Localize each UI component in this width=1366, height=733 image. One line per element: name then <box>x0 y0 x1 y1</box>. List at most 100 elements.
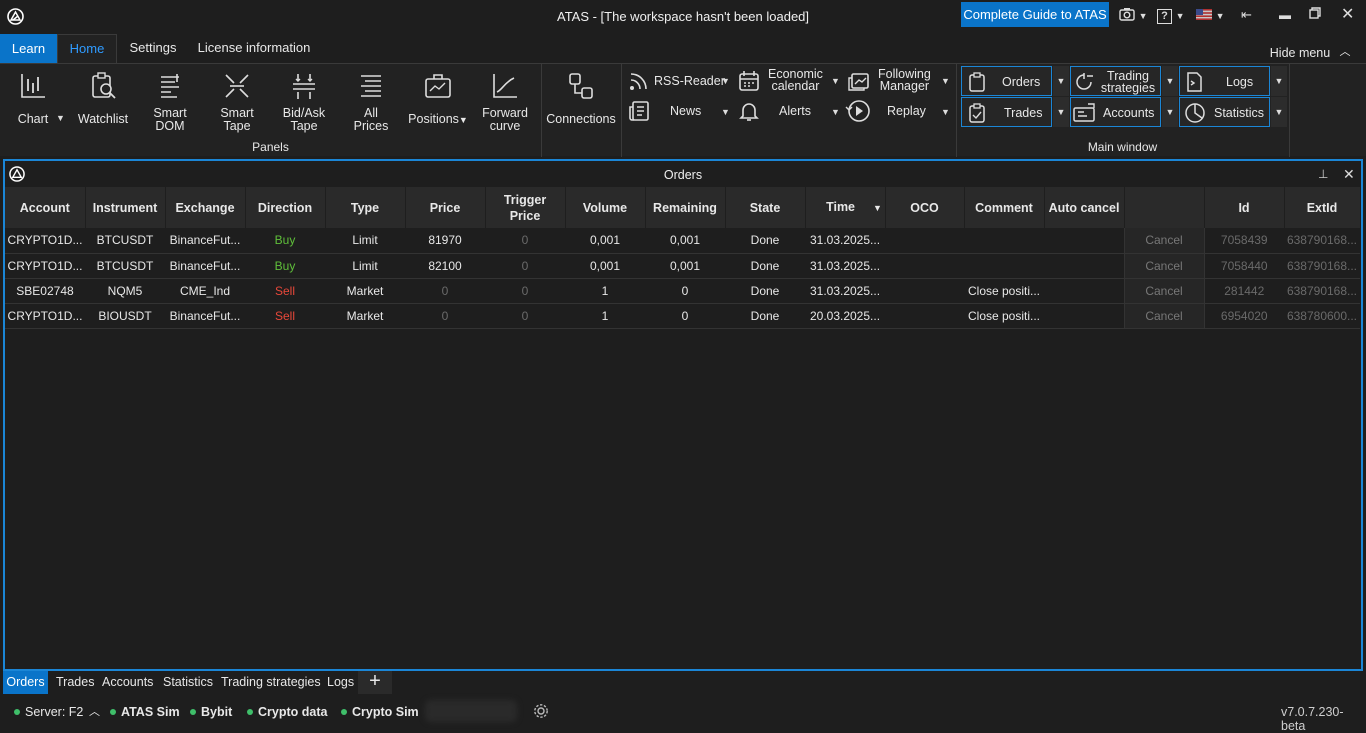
chart-button[interactable]: Chart <box>10 71 56 131</box>
server-status[interactable]: Server: F2 <box>14 705 83 719</box>
column-header-exchange[interactable]: Exchange <box>165 187 246 228</box>
chevron-up-icon[interactable]: ︿ <box>89 703 100 719</box>
alerts-button[interactable]: Alerts <box>738 98 842 125</box>
news-button[interactable]: News <box>628 98 732 125</box>
complete-guide-button[interactable]: Complete Guide to ATAS <box>961 2 1109 27</box>
cancel-order-button[interactable]: Cancel <box>1123 303 1205 329</box>
language-flag-icon[interactable]: ▼ <box>1196 5 1225 25</box>
column-header-oco[interactable]: OCO <box>885 187 965 228</box>
following-manager-button[interactable]: Following Manager <box>848 68 952 95</box>
logs-dropdown-icon[interactable]: ▼ <box>1271 66 1287 96</box>
column-header-price[interactable]: Price <box>405 187 486 228</box>
cell-remaining: 0,001 <box>645 228 725 254</box>
table-row[interactable]: CRYPTO1D... BTCUSDT BinanceFut... Buy Li… <box>5 228 1360 254</box>
column-header-time[interactable]: Time ▼ <box>805 187 886 228</box>
rss-reader-button[interactable]: RSS-Reader <box>628 68 732 95</box>
tab-license-information[interactable]: License information <box>196 32 312 63</box>
column-header-remaining[interactable]: Remaining <box>645 187 726 228</box>
tab-home[interactable]: Home <box>57 34 117 64</box>
cancel-order-button[interactable]: Cancel <box>1123 228 1205 254</box>
trading-strategies-dropdown-icon[interactable]: ▼ <box>1162 66 1178 96</box>
chart-dropdown-icon[interactable]: ▼ <box>56 113 65 123</box>
close-window-icon[interactable]: ✕ <box>1341 5 1354 25</box>
bottom-tab-orders[interactable]: Orders <box>3 671 48 694</box>
table-row[interactable]: SBE02748 NQM5 CME_Ind Sell Market 0 0 1 … <box>5 278 1360 304</box>
column-header-instrument[interactable]: Instrument <box>85 187 166 228</box>
economic-calendar-button[interactable]: Economic calendar <box>738 68 842 95</box>
rss-dropdown-icon[interactable]: ▼ <box>721 76 730 86</box>
logs-window-button[interactable]: Logs <box>1179 66 1270 96</box>
cancel-order-button[interactable]: Cancel <box>1123 278 1205 304</box>
connections-button[interactable]: Connections <box>546 71 616 131</box>
bid-ask-tape-button[interactable]: Bid/Ask Tape <box>276 71 332 137</box>
pin-panel-icon[interactable]: ⊥ <box>1318 167 1328 181</box>
trades-window-button[interactable]: Trades <box>961 97 1052 127</box>
column-header-state[interactable]: State <box>725 187 806 228</box>
positions-button[interactable]: Positions▼ <box>406 71 470 131</box>
statistics-dropdown-icon[interactable]: ▼ <box>1271 97 1287 127</box>
cell-direction: Buy <box>245 228 325 254</box>
forward-curve-icon <box>493 74 517 98</box>
close-panel-icon[interactable]: ✕ <box>1343 166 1355 183</box>
accounts-dropdown-icon[interactable]: ▼ <box>1162 97 1178 127</box>
help-question-icon[interactable]: ? ▼ <box>1157 5 1185 25</box>
news-label: News <box>670 104 702 118</box>
column-header-comment[interactable]: Comment <box>964 187 1045 228</box>
rss-icon <box>630 73 647 90</box>
sort-descending-icon: ▼ <box>873 203 882 213</box>
column-header-volume[interactable]: Volume <box>565 187 646 228</box>
column-header-account[interactable]: Account <box>5 187 86 228</box>
minimize-icon[interactable]: ▬ <box>1279 5 1291 25</box>
smart-tape-button[interactable]: Smart Tape <box>210 71 264 137</box>
column-header-type[interactable]: Type <box>325 187 406 228</box>
cell-exchange: BinanceFut... <box>165 303 245 329</box>
orders-dropdown-icon[interactable]: ▼ <box>1053 66 1069 96</box>
all-prices-button[interactable]: All Prices <box>346 71 396 137</box>
status-bar: Server: F2 ︿ ATAS Sim Bybit Crypto data … <box>0 696 1366 733</box>
watchlist-button[interactable]: Watchlist <box>74 71 132 131</box>
column-header-id[interactable]: Id <box>1204 187 1285 228</box>
forward-curve-label: Forward curve <box>482 106 528 133</box>
orders-window-button[interactable]: Orders <box>961 66 1052 96</box>
replay-button[interactable]: Replay <box>845 98 949 125</box>
restore-icon[interactable] <box>1309 5 1321 25</box>
gear-icon[interactable] <box>533 703 549 722</box>
connection-status[interactable]: Crypto Sim <box>341 705 419 719</box>
bottom-tab-trading-strategies[interactable]: Trading strategies <box>221 671 321 694</box>
connection-status[interactable]: ATAS Sim <box>110 705 180 719</box>
column-header-extid[interactable]: ExtId <box>1284 187 1361 228</box>
positions-dropdown-icon[interactable]: ▼ <box>459 115 468 125</box>
cell-type: Limit <box>325 228 405 254</box>
accounts-window-button[interactable]: Accounts <box>1070 97 1161 127</box>
economic-calendar-dropdown-icon[interactable]: ▼ <box>831 76 840 86</box>
connection-status[interactable]: Crypto data <box>247 705 327 719</box>
bottom-tab-trades[interactable]: Trades <box>56 671 94 694</box>
smart-dom-button[interactable]: Smart DOM <box>144 71 196 137</box>
table-row[interactable]: CRYPTO1D... BIOUSDT BinanceFut... Sell M… <box>5 303 1360 329</box>
cell-volume: 1 <box>565 278 645 304</box>
trades-dropdown-icon[interactable]: ▼ <box>1053 97 1069 127</box>
pin-window-icon[interactable]: ⇤ <box>1241 5 1252 25</box>
bottom-tab-logs[interactable]: Logs <box>327 671 354 694</box>
connection-status[interactable]: Bybit <box>190 705 232 719</box>
following-manager-label: Following Manager <box>878 67 931 93</box>
tab-settings[interactable]: Settings <box>124 32 182 63</box>
news-dropdown-icon[interactable]: ▼ <box>721 107 730 117</box>
tab-learn[interactable]: Learn <box>0 34 57 63</box>
table-row[interactable]: CRYPTO1D... BTCUSDT BinanceFut... Buy Li… <box>5 253 1360 279</box>
trading-strategies-window-button[interactable]: Trading strategies <box>1070 66 1161 96</box>
forward-curve-button[interactable]: Forward curve <box>478 71 532 137</box>
add-tab-plus-icon[interactable]: + <box>358 671 392 694</box>
alerts-dropdown-icon[interactable]: ▼ <box>831 107 840 117</box>
column-header-direction[interactable]: Direction <box>245 187 326 228</box>
screenshot-camera-icon[interactable]: ▼ <box>1119 5 1148 25</box>
following-manager-dropdown-icon[interactable]: ▼ <box>941 76 950 86</box>
replay-dropdown-icon[interactable]: ▼ <box>941 107 950 117</box>
statistics-window-button[interactable]: Statistics <box>1179 97 1270 127</box>
cancel-order-button[interactable]: Cancel <box>1123 253 1205 279</box>
bid-ask-tape-label: Bid/Ask Tape <box>282 106 326 133</box>
bottom-tab-accounts[interactable]: Accounts <box>102 671 153 694</box>
bottom-tab-statistics[interactable]: Statistics <box>163 671 213 694</box>
column-header-trigger-price[interactable]: Trigger Price <box>485 187 566 228</box>
column-header-auto-cancel[interactable]: Auto cancel <box>1044 187 1125 228</box>
